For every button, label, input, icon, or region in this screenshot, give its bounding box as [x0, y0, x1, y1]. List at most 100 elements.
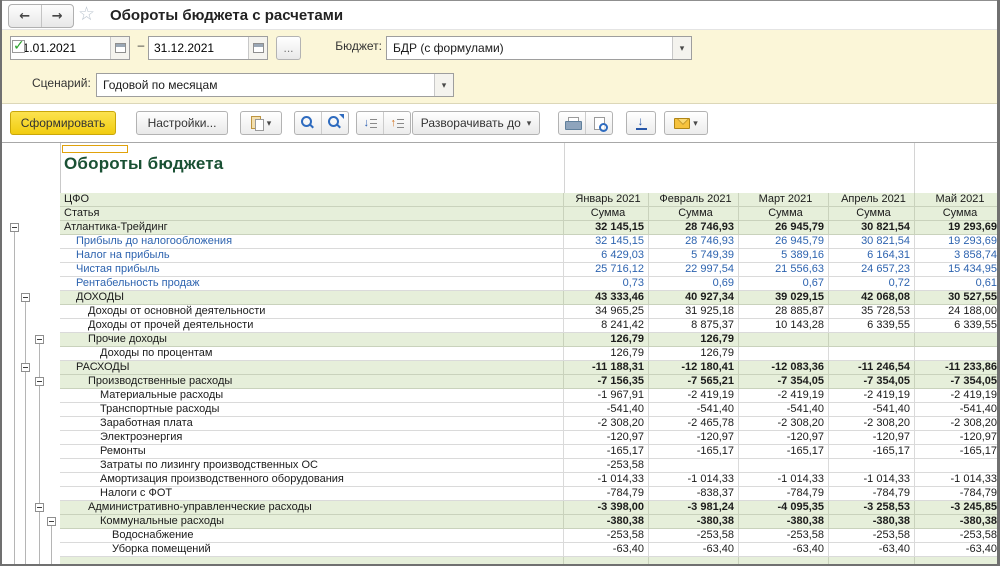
print-button[interactable]: [559, 112, 585, 134]
amount-cell[interactable]: 28 746,93: [649, 235, 739, 249]
amount-cell[interactable]: -1 014,33: [564, 473, 649, 487]
amount-cell[interactable]: -4 095,35: [739, 501, 829, 515]
favorite-star-icon[interactable]: ☆: [78, 3, 95, 26]
period-from-input[interactable]: [11, 41, 110, 55]
row-label[interactable]: Доходы от основной деятельности: [60, 305, 564, 319]
collapse-expander-icon[interactable]: [10, 223, 19, 232]
amount-cell[interactable]: 31 925,18: [649, 305, 739, 319]
column-header-amount[interactable]: Сумма: [829, 207, 915, 221]
amount-cell[interactable]: -63,40: [564, 543, 649, 557]
forward-button[interactable]: →: [41, 5, 74, 27]
amount-cell[interactable]: 43 333,46: [564, 291, 649, 305]
print-preview-button[interactable]: [585, 112, 612, 134]
row-label[interactable]: Производственные расходы: [60, 375, 564, 389]
amount-cell[interactable]: -380,38: [915, 515, 997, 529]
amount-cell[interactable]: -2 419,19: [915, 389, 997, 403]
expand-to-button[interactable]: Разворачивать до ▾: [412, 111, 540, 135]
amount-cell[interactable]: -253,58: [829, 529, 915, 543]
amount-cell[interactable]: -165,17: [915, 445, 997, 459]
amount-cell[interactable]: [829, 347, 915, 361]
row-label[interactable]: Затраты по лизингу производственных ОС: [60, 459, 564, 473]
amount-cell[interactable]: 32 145,15: [564, 235, 649, 249]
row-label[interactable]: Заработная плата: [60, 417, 564, 431]
calendar-button[interactable]: [248, 37, 267, 59]
amount-cell[interactable]: 15 434,95: [915, 263, 997, 277]
amount-cell[interactable]: 22 997,54: [649, 263, 739, 277]
column-header-amount[interactable]: Сумма: [915, 207, 997, 221]
amount-cell[interactable]: 0,61: [915, 277, 997, 291]
amount-cell[interactable]: -2 465,78: [649, 417, 739, 431]
row-label[interactable]: Рентабельность продаж: [60, 277, 564, 291]
generate-button[interactable]: Сформировать: [10, 111, 116, 135]
amount-cell[interactable]: -380,38: [739, 515, 829, 529]
amount-cell[interactable]: 19 293,69: [915, 221, 997, 235]
amount-cell[interactable]: -1 014,33: [829, 473, 915, 487]
amount-cell[interactable]: 126,79: [649, 333, 739, 347]
amount-cell[interactable]: 0,69: [649, 277, 739, 291]
amount-cell[interactable]: -11 246,54: [829, 361, 915, 375]
amount-cell[interactable]: -120,97: [915, 431, 997, 445]
amount-cell[interactable]: -2 308,20: [915, 417, 997, 431]
row-label[interactable]: Административно-управленческие расходы: [60, 501, 564, 515]
amount-cell[interactable]: [564, 557, 649, 564]
amount-cell[interactable]: -12 083,36: [739, 361, 829, 375]
row-label[interactable]: Материальные расходы: [60, 389, 564, 403]
amount-cell[interactable]: 28 885,87: [739, 305, 829, 319]
scenario-combo[interactable]: Годовой по месяцам ▾: [96, 73, 454, 97]
amount-cell[interactable]: 39 029,15: [739, 291, 829, 305]
collapse-expander-icon[interactable]: [21, 293, 30, 302]
row-label[interactable]: Атлантика-Трейдинг: [60, 221, 564, 235]
amount-cell[interactable]: 0,67: [739, 277, 829, 291]
amount-cell[interactable]: [829, 333, 915, 347]
amount-cell[interactable]: -2 308,20: [739, 417, 829, 431]
column-header-article[interactable]: Статья: [60, 207, 564, 221]
amount-cell[interactable]: [915, 459, 997, 473]
row-label[interactable]: Доходы по процентам: [60, 347, 564, 361]
row-label[interactable]: Прочие доходы: [60, 333, 564, 347]
amount-cell[interactable]: -120,97: [649, 431, 739, 445]
copy-settings-button[interactable]: ▾: [241, 112, 281, 134]
amount-cell[interactable]: 24 188,00: [915, 305, 997, 319]
calendar-button[interactable]: [110, 37, 129, 59]
amount-cell[interactable]: -380,38: [564, 515, 649, 529]
search-button[interactable]: [295, 112, 321, 134]
amount-cell[interactable]: -11 188,31: [564, 361, 649, 375]
collapse-expander-icon[interactable]: [35, 503, 44, 512]
period-to-input[interactable]: [149, 41, 248, 55]
collapse-expander-icon[interactable]: [21, 363, 30, 372]
amount-cell[interactable]: -253,58: [915, 529, 997, 543]
amount-cell[interactable]: -12 180,41: [649, 361, 739, 375]
amount-cell[interactable]: -784,79: [829, 487, 915, 501]
amount-cell[interactable]: -541,40: [829, 403, 915, 417]
amount-cell[interactable]: [829, 459, 915, 473]
amount-cell[interactable]: 5 749,39: [649, 249, 739, 263]
amount-cell[interactable]: -3 398,00: [564, 501, 649, 515]
amount-cell[interactable]: -63,40: [915, 543, 997, 557]
row-label[interactable]: [60, 557, 564, 564]
amount-cell[interactable]: 30 527,55: [915, 291, 997, 305]
amount-cell[interactable]: [739, 347, 829, 361]
amount-cell[interactable]: 0,72: [829, 277, 915, 291]
save-button[interactable]: [627, 112, 655, 134]
amount-cell[interactable]: -3 245,85: [915, 501, 997, 515]
amount-cell[interactable]: [649, 459, 739, 473]
column-header-amount[interactable]: Сумма: [649, 207, 739, 221]
amount-cell[interactable]: -165,17: [564, 445, 649, 459]
amount-cell[interactable]: 0,73: [564, 277, 649, 291]
amount-cell[interactable]: [915, 557, 997, 564]
amount-cell[interactable]: 6 339,55: [829, 319, 915, 333]
amount-cell[interactable]: -1 967,91: [564, 389, 649, 403]
amount-cell[interactable]: -165,17: [829, 445, 915, 459]
amount-cell[interactable]: 30 821,54: [829, 221, 915, 235]
amount-cell[interactable]: -165,17: [649, 445, 739, 459]
amount-cell[interactable]: 8 241,42: [564, 319, 649, 333]
amount-cell[interactable]: 19 293,69: [915, 235, 997, 249]
amount-cell[interactable]: -838,37: [649, 487, 739, 501]
amount-cell[interactable]: -120,97: [829, 431, 915, 445]
amount-cell[interactable]: [739, 459, 829, 473]
amount-cell[interactable]: [915, 333, 997, 347]
amount-cell[interactable]: 28 746,93: [649, 221, 739, 235]
amount-cell[interactable]: -380,38: [829, 515, 915, 529]
scenario-dropdown-button[interactable]: ▾: [434, 74, 453, 96]
amount-cell[interactable]: -7 354,05: [829, 375, 915, 389]
